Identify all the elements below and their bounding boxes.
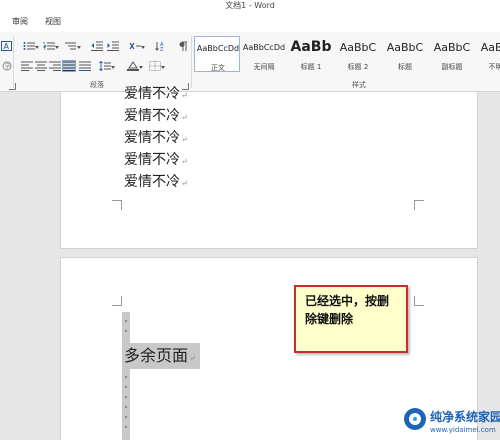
- svg-text:A: A: [4, 42, 10, 51]
- watermark-url: www.yidaimei.com: [430, 426, 496, 434]
- style-subtle-emphasis[interactable]: AaBbC 不明显: [476, 36, 500, 72]
- title-bar: 文档1 - Word: [0, 0, 500, 12]
- text-line: 爱情不冷↵: [124, 86, 188, 102]
- style-normal[interactable]: AaBbCcDd 正文: [194, 36, 240, 72]
- callout-text: 已经选中，按删除键删除: [305, 294, 390, 326]
- selected-text[interactable]: 多余页面↵: [122, 343, 200, 369]
- styles-gallery: AaBbCcDd 正文 AaBbCcDd 无间隔 AaBb 标题 1 AaBbC…: [194, 36, 500, 76]
- watermark: 纯净系统家园 www.yidaimei.com: [400, 402, 500, 440]
- watermark-name: 纯净系统家园: [430, 410, 500, 424]
- margin-corner-mark: [414, 296, 424, 306]
- line-spacing-icon[interactable]: [98, 60, 115, 72]
- numbering-icon[interactable]: [42, 40, 59, 52]
- show-formatting-marks-icon[interactable]: [176, 40, 190, 52]
- margin-corner-mark: [414, 200, 424, 210]
- text-line: 爱情不冷↵: [124, 174, 188, 190]
- align-center-icon[interactable]: [34, 60, 48, 72]
- callout-note: 已经选中，按删除键删除: [294, 285, 408, 353]
- window-title: 文档1 - Word: [225, 1, 275, 10]
- shading-icon[interactable]: [126, 60, 143, 72]
- justify-icon[interactable]: [62, 60, 76, 72]
- styles-group-label: 样式: [352, 81, 366, 89]
- highlight-circle-icon[interactable]: 字: [0, 60, 14, 72]
- margin-corner-mark: [112, 200, 122, 210]
- distributed-icon[interactable]: [78, 60, 92, 72]
- text-effects-icon[interactable]: A: [0, 40, 14, 52]
- svg-text:字: 字: [5, 63, 11, 71]
- style-heading-2[interactable]: AaBbC 标题 2: [335, 36, 381, 72]
- style-heading-1[interactable]: AaBb 标题 1: [288, 36, 334, 72]
- style-subtitle[interactable]: AaBbC 副标题: [429, 36, 475, 72]
- sort-icon[interactable]: AZ: [154, 40, 168, 52]
- decrease-indent-icon[interactable]: [90, 40, 104, 52]
- tab-view[interactable]: 视图: [45, 16, 61, 28]
- increase-indent-icon[interactable]: [106, 40, 120, 52]
- style-no-spacing[interactable]: AaBbCcDd 无间隔: [241, 36, 287, 72]
- bullets-icon[interactable]: [22, 40, 39, 52]
- text-line: 爱情不冷↵: [124, 130, 188, 146]
- style-title[interactable]: AaBbC 标题: [382, 36, 428, 72]
- tab-review[interactable]: 审阅: [12, 16, 28, 28]
- multilevel-list-icon[interactable]: [64, 40, 81, 52]
- site-logo-icon: [404, 408, 426, 430]
- ribbon-tab-bar: 审阅 视图: [0, 12, 500, 32]
- chinese-layout-icon[interactable]: [128, 40, 145, 52]
- document-page-1[interactable]: [60, 92, 478, 249]
- align-right-icon[interactable]: [48, 60, 62, 72]
- paragraph-group-label: 段落: [90, 81, 104, 89]
- group-divider: [191, 36, 192, 88]
- text-line: 爱情不冷↵: [124, 152, 188, 168]
- text-line: 爱情不冷↵: [124, 108, 188, 124]
- svg-text:Z: Z: [160, 47, 164, 51]
- margin-corner-mark: [112, 296, 122, 306]
- borders-icon[interactable]: [148, 60, 165, 72]
- group-divider: [13, 36, 14, 88]
- align-left-icon[interactable]: [20, 60, 34, 72]
- selection-highlight: [122, 312, 130, 440]
